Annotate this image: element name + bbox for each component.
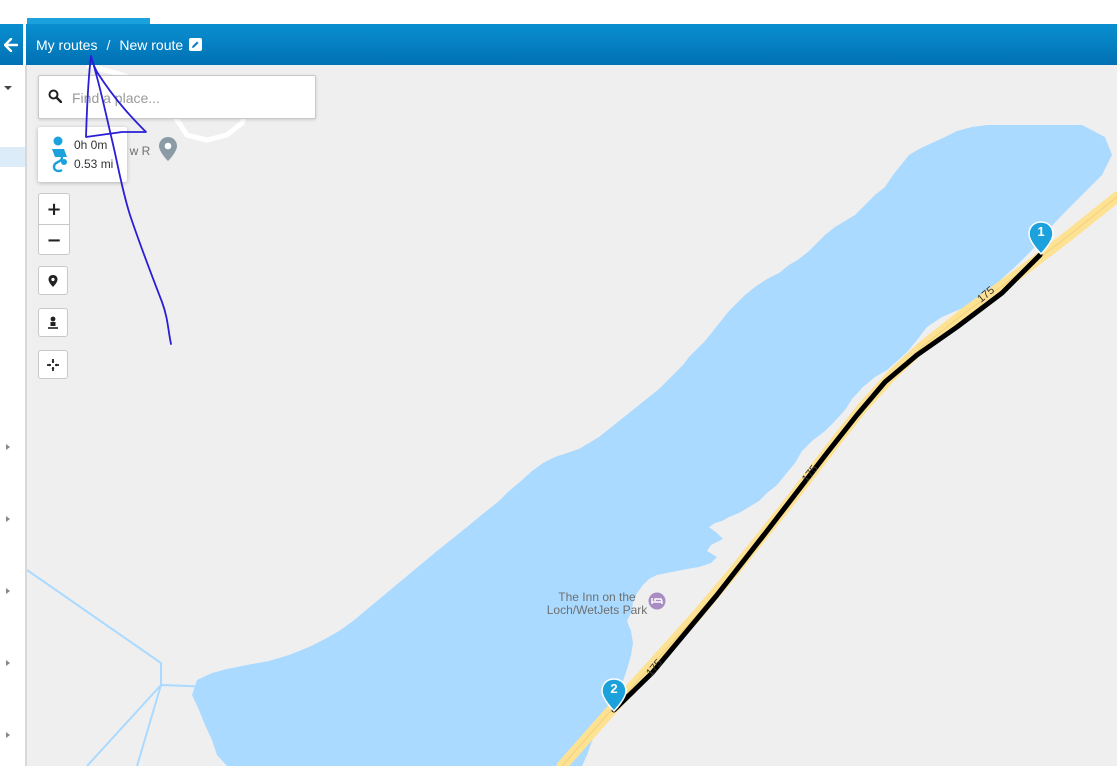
- map-base-layer: 175 175 175: [27, 65, 1117, 766]
- marker-number: 2: [610, 681, 618, 696]
- person-icon: [48, 316, 58, 329]
- zoom-controls: + −: [38, 193, 70, 255]
- sidebar-selected-item[interactable]: [0, 147, 25, 167]
- search-input[interactable]: [70, 86, 310, 110]
- header-divider: [23, 24, 26, 65]
- route-marker-2[interactable]: 2: [601, 678, 627, 713]
- crosshair-icon: [47, 358, 59, 371]
- route-type-icon: [52, 136, 67, 173]
- zoom-out-button[interactable]: −: [39, 225, 69, 255]
- route-duration: 0h 0m: [74, 138, 108, 152]
- back-button[interactable]: [0, 24, 22, 65]
- sidebar-expand-caret[interactable]: [6, 588, 10, 594]
- page: My routes / New route 175 175 175 t w R …: [0, 0, 1117, 766]
- sidebar-expand-caret[interactable]: [6, 444, 10, 450]
- header-bar: My routes / New route: [0, 24, 1117, 66]
- zoom-in-button[interactable]: +: [39, 194, 69, 224]
- breadcrumb-my-routes-link[interactable]: My routes: [36, 37, 97, 53]
- add-waypoint-button[interactable]: [38, 266, 68, 295]
- place-search: [38, 75, 316, 119]
- route-marker-1[interactable]: 1: [1028, 221, 1054, 256]
- locate-me-button[interactable]: [38, 350, 68, 379]
- sidebar-expand-caret[interactable]: [6, 660, 10, 666]
- sidebar-collapse-caret[interactable]: [4, 86, 12, 90]
- breadcrumb-separator: /: [106, 36, 111, 53]
- hotel-label-line2: Loch/WetJets Park: [546, 603, 648, 617]
- sidebar-expand-caret[interactable]: [6, 732, 10, 738]
- search-icon: [48, 89, 62, 103]
- sidebar-expand-caret[interactable]: [6, 516, 10, 522]
- route-distance: 0.53 mi: [74, 157, 114, 171]
- stream-line: [27, 569, 223, 766]
- left-sidebar: [0, 65, 27, 766]
- map-canvas[interactable]: 175 175 175 t w R The Inn on the Loch/We…: [27, 65, 1117, 766]
- pencil-icon[interactable]: [189, 38, 203, 51]
- breadcrumb: My routes / New route: [36, 24, 203, 65]
- place-label-fragment: t w R: [123, 144, 151, 158]
- route-title: New route: [119, 36, 184, 53]
- location-pin-icon: [159, 137, 177, 161]
- pin-icon: [48, 274, 58, 287]
- hotel-label[interactable]: The Inn on the Loch/WetJets Park: [522, 591, 672, 617]
- route-stats-panel: 0h 0m 0.53 mi: [38, 127, 127, 182]
- street-view-button[interactable]: [38, 308, 68, 337]
- top-strip: [0, 0, 1117, 24]
- arrow-left-icon: [4, 37, 18, 52]
- marker-number: 1: [1037, 224, 1045, 239]
